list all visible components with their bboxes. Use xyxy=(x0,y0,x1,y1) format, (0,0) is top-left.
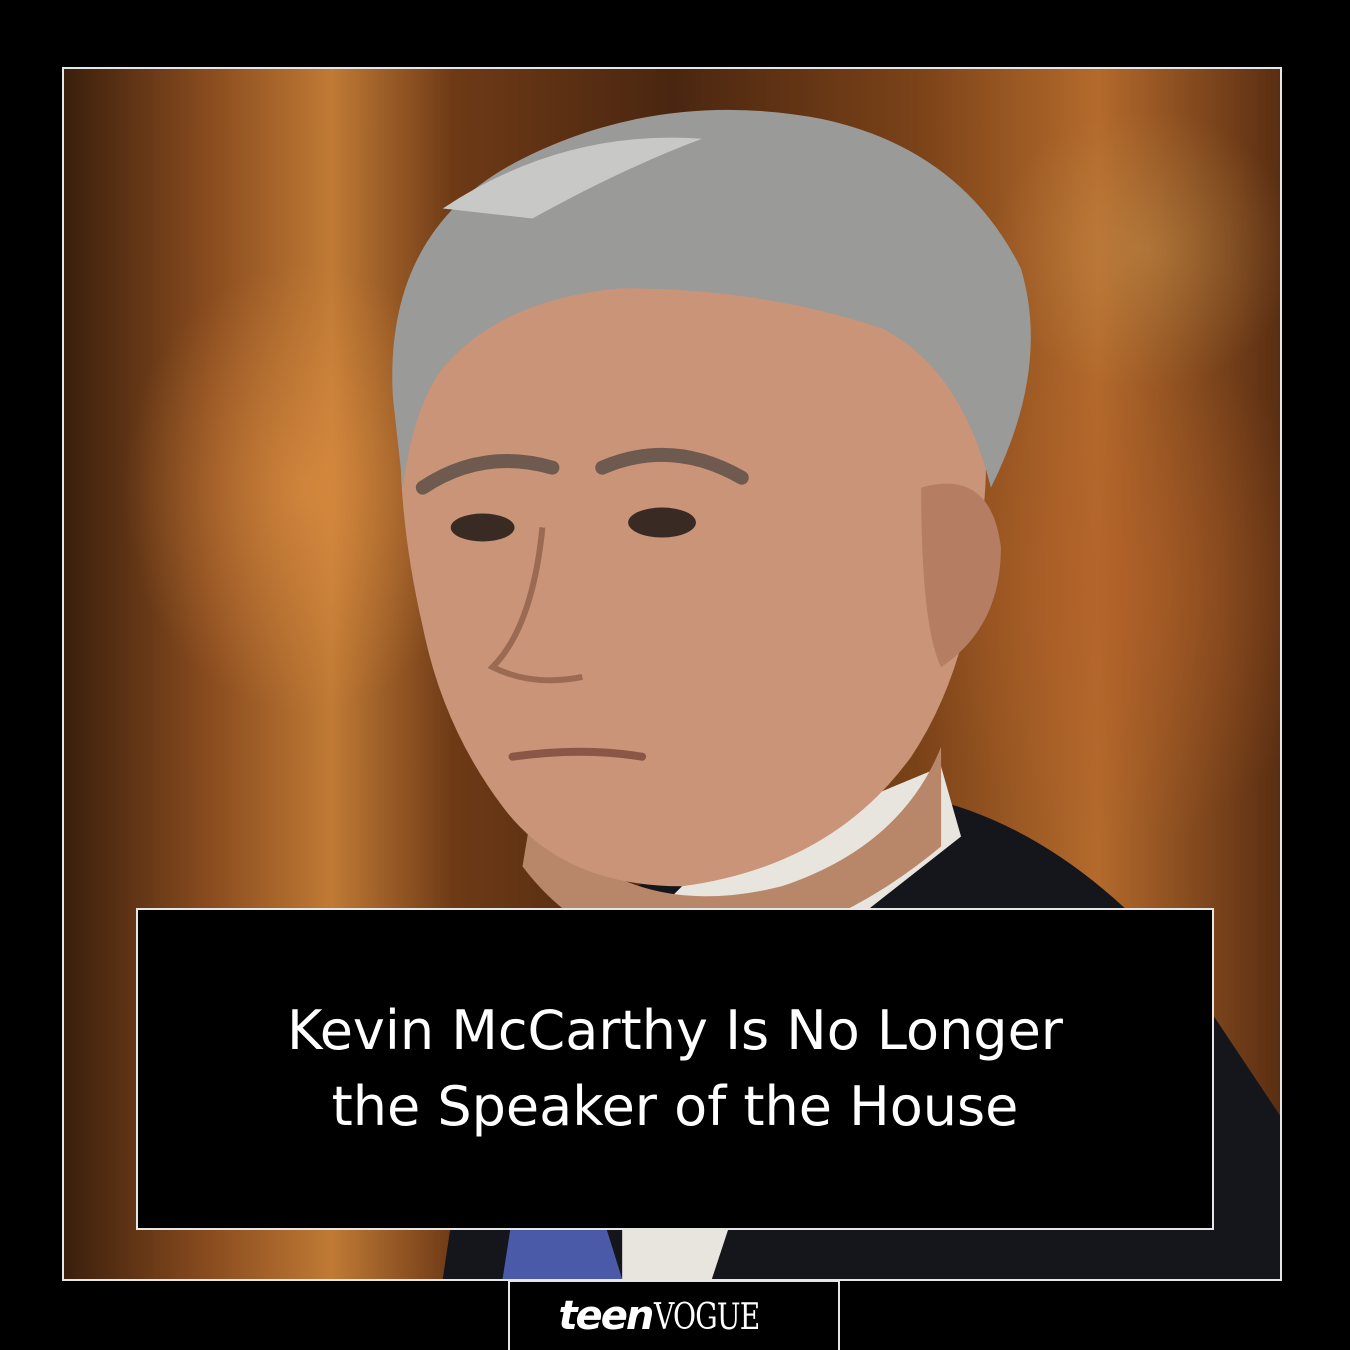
headline-line-1: Kevin McCarthy Is No Longer xyxy=(286,999,1063,1062)
logo-vogue-text: VOGUE xyxy=(654,1297,760,1338)
logo-teen-text: teen xyxy=(558,1293,654,1339)
teen-vogue-logo: teen VOGUE xyxy=(558,1296,789,1336)
headline: Kevin McCarthy Is No Longer the Speaker … xyxy=(247,993,1103,1145)
brand-logo-tab: teen VOGUE xyxy=(508,1280,840,1350)
headline-box: Kevin McCarthy Is No Longer the Speaker … xyxy=(136,908,1214,1230)
headline-line-2: the Speaker of the House xyxy=(331,1075,1019,1138)
